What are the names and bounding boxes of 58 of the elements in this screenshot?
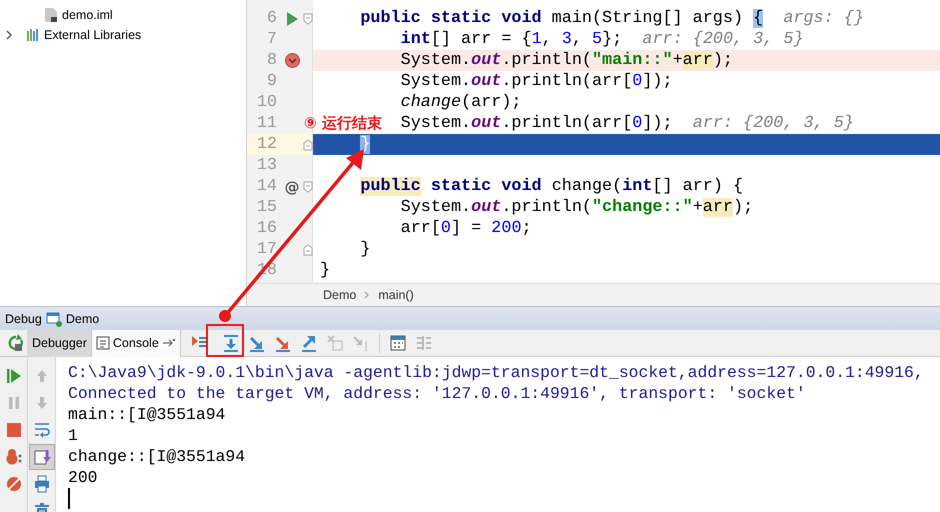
line-number: 15 [256,197,277,218]
line-number: 6 [266,8,277,29]
text-cursor [68,488,70,509]
code-line: int[] arr = {1, 3, 5}; arr: {200, 3, 5} [400,30,804,49]
tree-item[interactable]: External Libraries [44,28,142,42]
override-marker[interactable]: @ [284,178,300,196]
pin-icon [162,338,176,348]
fold-icon[interactable] [303,138,313,150]
console-icon [96,336,110,350]
code-line: } [360,240,370,259]
annotation-label: ⑨ 运行结束 [304,113,382,133]
breakpoint-check-icon[interactable] [284,53,300,68]
run-icon[interactable] [286,12,298,26]
file-icon [44,7,58,23]
line-number: 13 [256,155,277,176]
chevron-icon [364,291,370,299]
disabled-frame-icon [324,333,345,353]
fold-icon[interactable] [303,12,313,24]
code-line: public static void change(int[] arr) { [360,177,744,196]
line-number: 10 [256,92,277,113]
tree-item[interactable]: demo.iml [62,8,113,22]
run-config-name: Demo [66,312,100,326]
line-number: 14 [256,176,277,197]
tab[interactable]: Console [92,330,181,356]
breadcrumb[interactable]: Demo [323,288,356,302]
calculator-icon [388,333,408,353]
console-line: C:\Java9\jdk-9.0.1\bin\java -agentlib:jdwp=transport=dt_socket,address=127.0.0.1:49916, [68,362,925,383]
code-line: public static void main(String[] args) { args: {} [360,9,864,28]
console-line: change::[I@3551a94 [68,446,246,467]
console-line: 1 [68,425,79,446]
console-line: Connected to the target VM, address: '127.0.0.1:49916', transport: 'socket' [68,383,807,404]
scroll-to-end-button[interactable] [28,444,54,470]
console-line: main::[I@3551a94 [68,404,226,425]
code-line: change(arr); [400,93,522,112]
line-number: 7 [266,29,277,50]
code-line: System.out.println(arr[0]); arr: {200, 3, 5} [400,114,854,133]
code-line: arr[0] = 200; [400,219,532,238]
breadcrumb[interactable]: main() [378,288,414,302]
window-icon [46,310,62,326]
tab[interactable]: Debugger [28,330,92,356]
panel-title: Debug [5,312,42,326]
fold-icon[interactable] [303,244,313,256]
line-number: 16 [256,218,277,239]
highlight-frame [206,324,244,357]
fold-icon[interactable] [303,180,313,192]
scroll-to-end-icon [32,447,52,467]
chevron-icon[interactable] [4,30,14,40]
line-number: 9 [266,71,277,92]
console-line: 200 [68,467,99,488]
line-number: 8 [266,50,277,71]
library-icon [26,28,40,42]
code-line: System.out.println("main::"+arr); [400,51,734,70]
code-line: } [320,261,330,280]
breakpoints-icon [4,447,24,467]
code-line: System.out.println(arr[0]); [400,72,673,91]
line-number: 17 [256,239,277,260]
code-line: System.out.println("change::"+arr); [400,198,754,217]
line-number: 11 [256,113,277,134]
